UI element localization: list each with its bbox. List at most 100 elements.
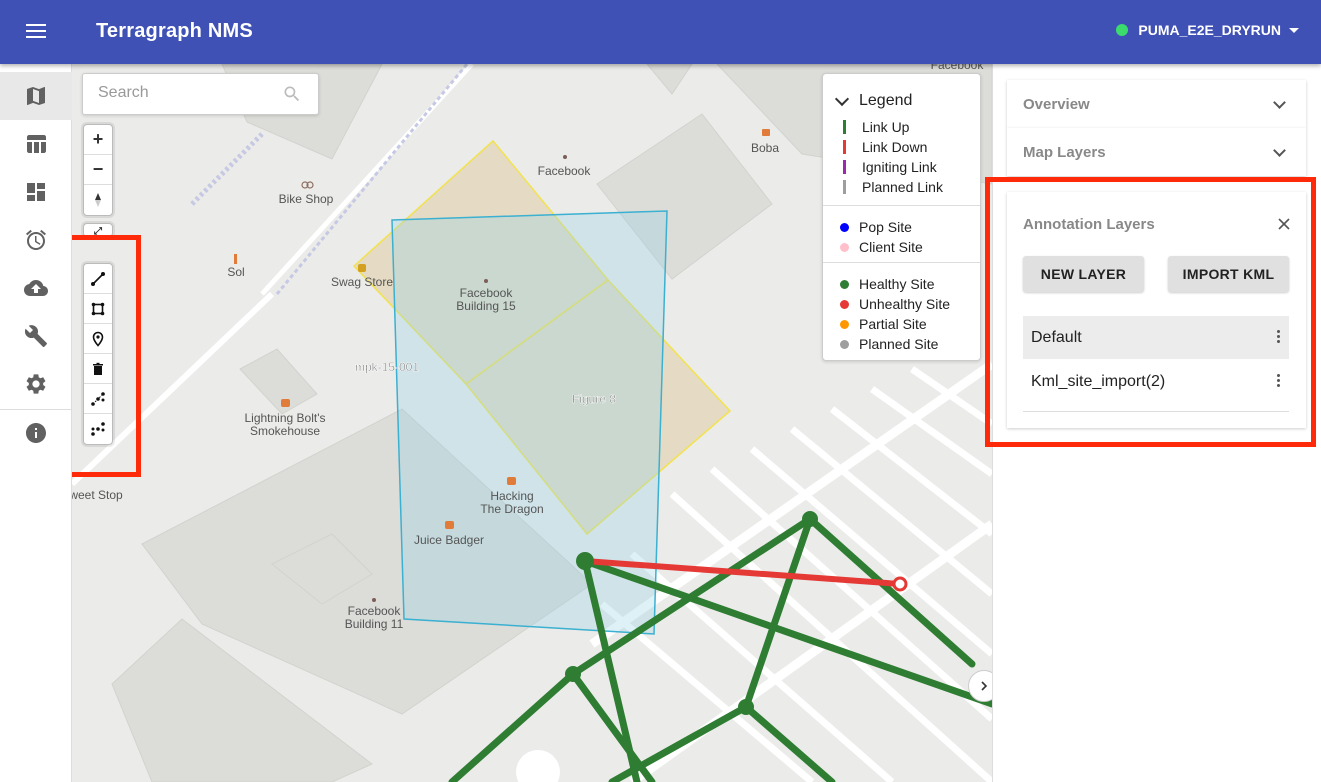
nav-about[interactable]	[0, 409, 72, 457]
zoom-out-button[interactable]: −	[84, 155, 112, 185]
map-label-lightning-line2: Smokehouse	[250, 424, 320, 438]
nav-map[interactable]	[0, 72, 72, 120]
wrench-icon	[24, 325, 47, 347]
map-label-sweet-stop: weet Stop	[72, 488, 123, 502]
chevron-right-icon	[981, 681, 988, 691]
map-label-fb11-line2: Building 11	[345, 617, 404, 631]
combine-icon	[91, 391, 105, 406]
combine-features-button[interactable]	[84, 384, 112, 414]
close-icon[interactable]	[1278, 218, 1290, 230]
legend-item-partial-site: Partial Site	[840, 314, 927, 334]
overview-header: Overview	[1023, 96, 1090, 113]
nav-upgrade[interactable]	[0, 264, 72, 312]
polygon-icon	[91, 302, 105, 315]
nav-tables[interactable]	[0, 120, 72, 168]
app-bar: Terragraph NMS PUMA_E2E_DRYRUN	[0, 0, 1321, 64]
new-layer-button[interactable]: NEW LAYER	[1023, 256, 1144, 292]
annotation-layer-item[interactable]: Kml_site_import(2)	[1023, 360, 1289, 403]
map-search	[82, 73, 319, 115]
more-vert-icon[interactable]	[1277, 330, 1281, 345]
nav-alarms[interactable]	[0, 216, 72, 264]
legend-item-unhealthy-site: Unhealthy Site	[840, 294, 950, 314]
compass-button[interactable]	[84, 185, 112, 215]
app-title: Terragraph NMS	[96, 20, 253, 42]
layer-name: Default	[1031, 328, 1082, 346]
draw-polygon-button[interactable]	[84, 294, 112, 324]
right-panel: Overview Map Layers Annotation Layers NE…	[985, 64, 1321, 782]
legend-item-planned-link: Planned Link	[843, 177, 943, 197]
dashboard-icon	[27, 183, 45, 201]
legend-toggle[interactable]: Legend	[834, 91, 913, 110]
map-icon	[27, 87, 45, 105]
map-label-site-name: mpk-15-001	[355, 360, 419, 374]
draw-line-button[interactable]	[84, 264, 112, 294]
network-name: PUMA_E2E_DRYRUN	[1138, 22, 1281, 38]
map-label-facebook: Facebook	[538, 164, 592, 178]
map-label-boba: Boba	[751, 141, 779, 155]
annotation-layers-header: Annotation Layers	[1023, 216, 1155, 233]
zoom-controls: + −	[83, 124, 113, 216]
menu-icon[interactable]	[24, 20, 48, 44]
compass-icon	[95, 193, 101, 207]
legend-item-igniting-link: Igniting Link	[843, 157, 937, 177]
nav-settings[interactable]	[0, 360, 72, 408]
marker-icon	[92, 331, 104, 347]
map-label-sol: Sol	[227, 265, 244, 279]
map-label-bike-shop: Bike Shop	[279, 192, 334, 206]
legend-item-link-up: Link Up	[843, 117, 909, 137]
network-selector[interactable]: PUMA_E2E_DRYRUN	[1116, 22, 1299, 38]
caret-down-icon	[1289, 27, 1299, 33]
map-label-fb11-line1: Facebook	[348, 604, 402, 618]
map-legend: Legend Link Up Link Down Igniting Link P…	[822, 73, 981, 361]
legend-divider	[823, 205, 980, 206]
uncombine-icon	[91, 422, 105, 436]
chevron-down-icon[interactable]	[1273, 144, 1286, 157]
info-icon	[26, 423, 46, 443]
fullscreen-button[interactable]: ⤢	[84, 224, 112, 237]
legend-item-planned-site: Planned Site	[840, 334, 938, 354]
annotation-layer-item[interactable]: Default	[1023, 316, 1289, 359]
legend-item-pop-site: Pop Site	[840, 217, 912, 237]
search-icon[interactable]	[282, 84, 302, 104]
overview-panel[interactable]: Overview	[1007, 80, 1306, 128]
table-icon	[27, 135, 46, 153]
map-label-swag-store: Swag Store	[331, 275, 393, 289]
delete-feature-button[interactable]	[84, 354, 112, 384]
nav-config[interactable]	[0, 312, 72, 360]
layer-list-divider	[1023, 411, 1289, 412]
map-canvas[interactable]: Facebook Boba Bike Shop Sol Swag Store F…	[72, 64, 992, 782]
map-label-hacking-line1: Hacking	[490, 489, 533, 503]
legend-title: Legend	[859, 92, 913, 109]
map-layers-panel[interactable]: Map Layers	[1007, 128, 1306, 176]
chevron-down-icon	[834, 91, 850, 107]
panel-collapse-button[interactable]	[968, 670, 992, 702]
map-layers-header: Map Layers	[1023, 144, 1106, 161]
legend-divider	[823, 262, 980, 263]
zoom-in-button[interactable]: +	[84, 125, 112, 155]
map-label-fb-top-right: Facebook	[931, 64, 985, 72]
draw-controls	[83, 263, 113, 445]
map-label-fb15-line2: Building 15	[456, 299, 516, 313]
chevron-down-icon[interactable]	[1273, 96, 1286, 109]
left-nav	[0, 64, 72, 782]
layer-name: Kml_site_import(2)	[1031, 372, 1166, 390]
map-label-juice-badger: Juice Badger	[414, 533, 484, 547]
trash-icon	[93, 362, 103, 375]
import-kml-button[interactable]: IMPORT KML	[1168, 256, 1289, 292]
line-icon	[91, 271, 105, 286]
alarm-icon	[26, 229, 46, 250]
legend-item-healthy-site: Healthy Site	[840, 274, 934, 294]
draw-point-button[interactable]	[84, 324, 112, 354]
map-label-hacking-line2: The Dragon	[480, 502, 543, 516]
annotation-layers-panel: Annotation Layers NEW LAYER IMPORT KML D…	[1007, 192, 1306, 428]
map-label-figure8: Figure 8	[572, 392, 616, 406]
uncombine-features-button[interactable]	[84, 414, 112, 444]
map-label-fb15-line1: Facebook	[460, 286, 514, 300]
legend-item-client-site: Client Site	[840, 237, 923, 257]
map-label-lightning-line1: Lightning Bolt's	[244, 411, 325, 425]
more-vert-icon[interactable]	[1277, 374, 1281, 389]
cloud-upload-icon	[24, 280, 48, 296]
search-input[interactable]	[98, 84, 278, 102]
legend-item-link-down: Link Down	[843, 137, 927, 157]
nav-dashboards[interactable]	[0, 168, 72, 216]
